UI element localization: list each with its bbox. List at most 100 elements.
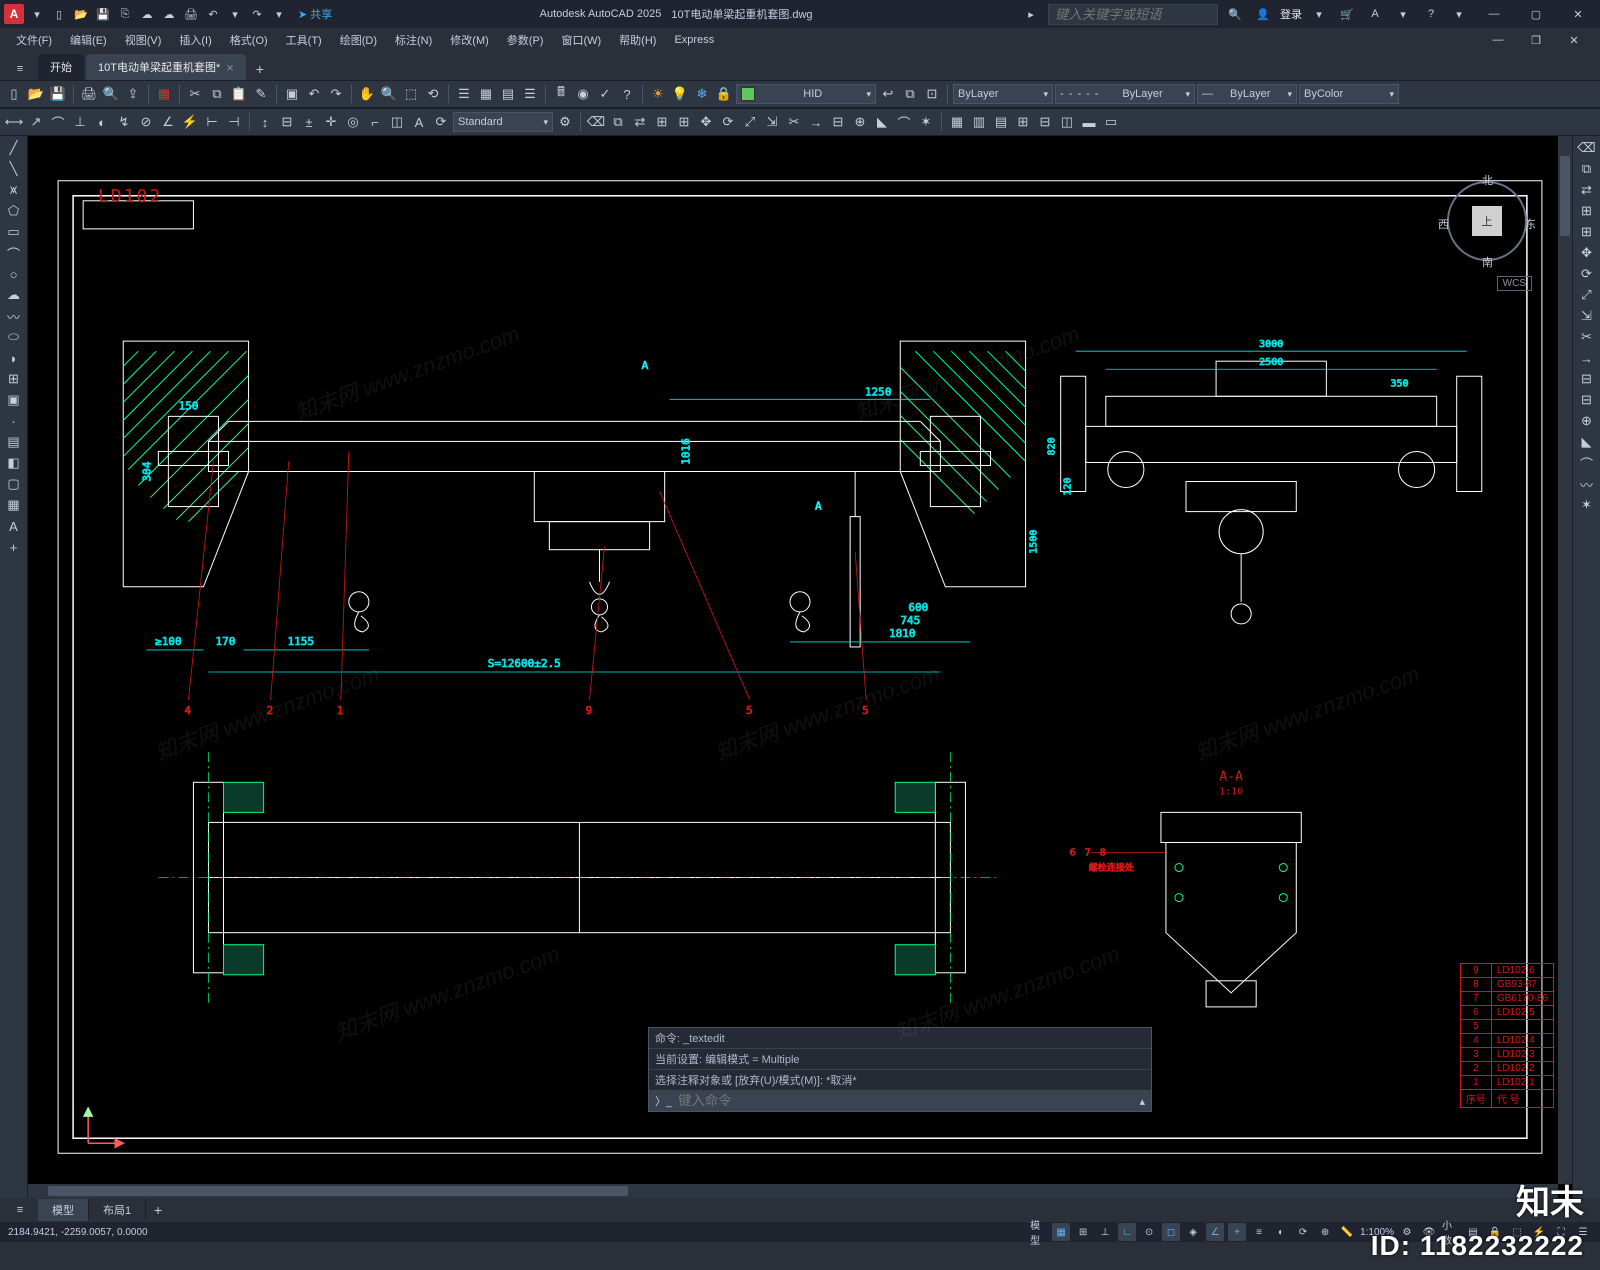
mdi-close-button[interactable]: ✕ (1556, 29, 1592, 51)
menu-view[interactable]: 视图(V) (117, 29, 170, 51)
mod-explode-icon[interactable]: ✶ (916, 112, 936, 132)
zoom-realtime-icon[interactable]: 🔍 (379, 84, 399, 104)
linetype-dropdown[interactable]: - - - - - ByLayer ▾ (1055, 84, 1195, 104)
sun-icon[interactable]: ☀ (648, 84, 668, 104)
viewcube-top-face[interactable]: 上 (1472, 206, 1502, 236)
login-label[interactable]: 登录 (1280, 6, 1302, 22)
preview-icon[interactable]: 🔍 (101, 84, 121, 104)
scrollbar-horizontal[interactable] (28, 1184, 1558, 1198)
dropdown-icon[interactable]: ▾ (28, 5, 46, 23)
gradient-icon[interactable]: ◧ (3, 453, 25, 473)
erase2-icon[interactable]: ⌫ (1577, 138, 1597, 158)
mod-mirror-icon[interactable]: ⇄ (630, 112, 650, 132)
otrack-toggle-icon[interactable]: ∠ (1206, 1223, 1224, 1241)
break-pt-icon[interactable]: ⊟ (1577, 369, 1597, 389)
array2-icon[interactable]: ⊞ (1577, 222, 1597, 242)
mod-erase-icon[interactable]: ⌫ (586, 112, 606, 132)
tbl8-icon[interactable]: ▭ (1101, 112, 1121, 132)
tbl6-icon[interactable]: ◫ (1057, 112, 1077, 132)
redo2-icon[interactable]: ↷ (326, 84, 346, 104)
cmd-chevron-icon[interactable]: 〉_ (655, 1093, 672, 1109)
arc-icon[interactable]: ⌒ (3, 243, 25, 263)
viewcube[interactable]: 上 北 南 东 西 (1442, 176, 1532, 266)
qcalc-icon[interactable]: 🖩 (551, 84, 571, 104)
menu-window[interactable]: 窗口(W) (553, 29, 609, 51)
lineweight-dropdown[interactable]: ByLayer ▾ (953, 84, 1053, 104)
infer-toggle-icon[interactable]: ⊥ (1096, 1223, 1114, 1241)
tab-add-button[interactable]: + (248, 58, 272, 80)
circle-icon[interactable]: ○ (3, 264, 25, 284)
hatch-icon[interactable]: ▤ (3, 432, 25, 452)
polar-toggle-icon[interactable]: ⊙ (1140, 1223, 1158, 1241)
table-icon[interactable]: ▦ (3, 495, 25, 515)
polygon-icon[interactable]: ⬠ (3, 201, 25, 221)
layer-prev-icon[interactable]: ↩ (878, 84, 898, 104)
tool-palette-icon[interactable]: ▤ (498, 84, 518, 104)
dim-tedit-icon[interactable]: A (409, 112, 429, 132)
pline-icon[interactable]: ⩙ (3, 180, 25, 200)
mod-offset-icon[interactable]: ⊞ (652, 112, 672, 132)
paste-icon[interactable]: 📋 (229, 84, 249, 104)
move2-icon[interactable]: ✥ (1577, 243, 1597, 263)
dim-jogged-icon[interactable]: ↯ (114, 112, 134, 132)
apps-icon[interactable]: A (1364, 3, 1386, 25)
break2-icon[interactable]: ⊟ (1577, 390, 1597, 410)
menu-dim[interactable]: 标注(N) (387, 29, 440, 51)
extend2-icon[interactable]: → (1577, 348, 1597, 368)
cmd-history-icon[interactable]: ▴ (1139, 1095, 1145, 1108)
layer-dropdown[interactable]: HID ▾ (736, 84, 876, 104)
dim-angular-icon[interactable]: ∠ (158, 112, 178, 132)
drawing-canvas[interactable]: S=12600±2.5 1155 ≥100 170 1810 745 600 1… (28, 136, 1572, 1198)
tab-close-icon[interactable]: × (226, 60, 234, 75)
spline-icon[interactable]: 〰 (3, 306, 25, 326)
dim-arc-icon[interactable]: ⌒ (48, 112, 68, 132)
inspect-icon[interactable]: ◎ (343, 112, 363, 132)
rect-icon[interactable]: ▭ (3, 222, 25, 242)
mdi-restore-button[interactable]: ❐ (1518, 29, 1554, 51)
tolerance-icon[interactable]: ± (299, 112, 319, 132)
mod-fillet-icon[interactable]: ⌒ (894, 112, 914, 132)
model-space-toggle[interactable]: 模型 (1030, 1223, 1048, 1241)
mtext-icon[interactable]: A (3, 516, 25, 536)
mod-join-icon[interactable]: ⊕ (850, 112, 870, 132)
bulb-icon[interactable]: 💡 (670, 84, 690, 104)
dim-linear-icon[interactable]: ⟷ (4, 112, 24, 132)
dyn-toggle-icon[interactable]: + (1228, 1223, 1246, 1241)
dim-quick-icon[interactable]: ⚡ (180, 112, 200, 132)
mod-rotate-icon[interactable]: ⟳ (718, 112, 738, 132)
tabbar-menu-icon[interactable]: ≡ (6, 58, 34, 80)
publish-icon[interactable]: ⇪ (123, 84, 143, 104)
region-icon[interactable]: ▢ (3, 474, 25, 494)
dim-edit-icon[interactable]: ◫ (387, 112, 407, 132)
apps-dd-icon[interactable]: ▾ (1392, 3, 1414, 25)
cart-icon[interactable]: 🛒 (1336, 3, 1358, 25)
insert-block-icon[interactable]: ⊞ (3, 369, 25, 389)
dim-break-icon[interactable]: ⊟ (277, 112, 297, 132)
copy2-icon[interactable]: ⧉ (1577, 159, 1597, 179)
open-file-icon[interactable]: 📂 (26, 84, 46, 104)
redo-icon[interactable]: ↷ (248, 5, 266, 23)
lwt-toggle-icon[interactable]: ≡ (1250, 1223, 1268, 1241)
chamfer2-icon[interactable]: ◣ (1577, 432, 1597, 452)
markup-icon[interactable]: ☰ (520, 84, 540, 104)
menu-file[interactable]: 文件(F) (8, 29, 60, 51)
maximize-button[interactable]: ▢ (1518, 3, 1554, 25)
minimize-button[interactable]: — (1476, 3, 1512, 25)
zoom-window-icon[interactable]: ⬚ (401, 84, 421, 104)
revcloud-icon[interactable]: ☁ (3, 285, 25, 305)
tab-model[interactable]: 模型 (38, 1199, 89, 1221)
tab-document[interactable]: 10T电动单梁起重机套图* × (86, 54, 246, 80)
ellipse-arc-icon[interactable]: ◗ (3, 348, 25, 368)
command-input[interactable] (678, 1094, 1133, 1109)
stretch2-icon[interactable]: ⇲ (1577, 306, 1597, 326)
annoscale-icon[interactable]: 📏 (1338, 1223, 1356, 1241)
undo-icon[interactable]: ↶ (204, 5, 222, 23)
undo-dd-icon[interactable]: ▾ (226, 5, 244, 23)
dimstyle-dropdown[interactable]: Standard ▾ (453, 112, 553, 132)
snap-toggle-icon[interactable]: ⊞ (1074, 1223, 1092, 1241)
layout-add-button[interactable]: + (146, 1199, 170, 1221)
tbl-icon[interactable]: ▦ (947, 112, 967, 132)
ellipse-icon[interactable]: ⬭ (3, 327, 25, 347)
menu-express[interactable]: Express (666, 31, 722, 49)
cloud-save-icon[interactable]: ☁ (160, 5, 178, 23)
